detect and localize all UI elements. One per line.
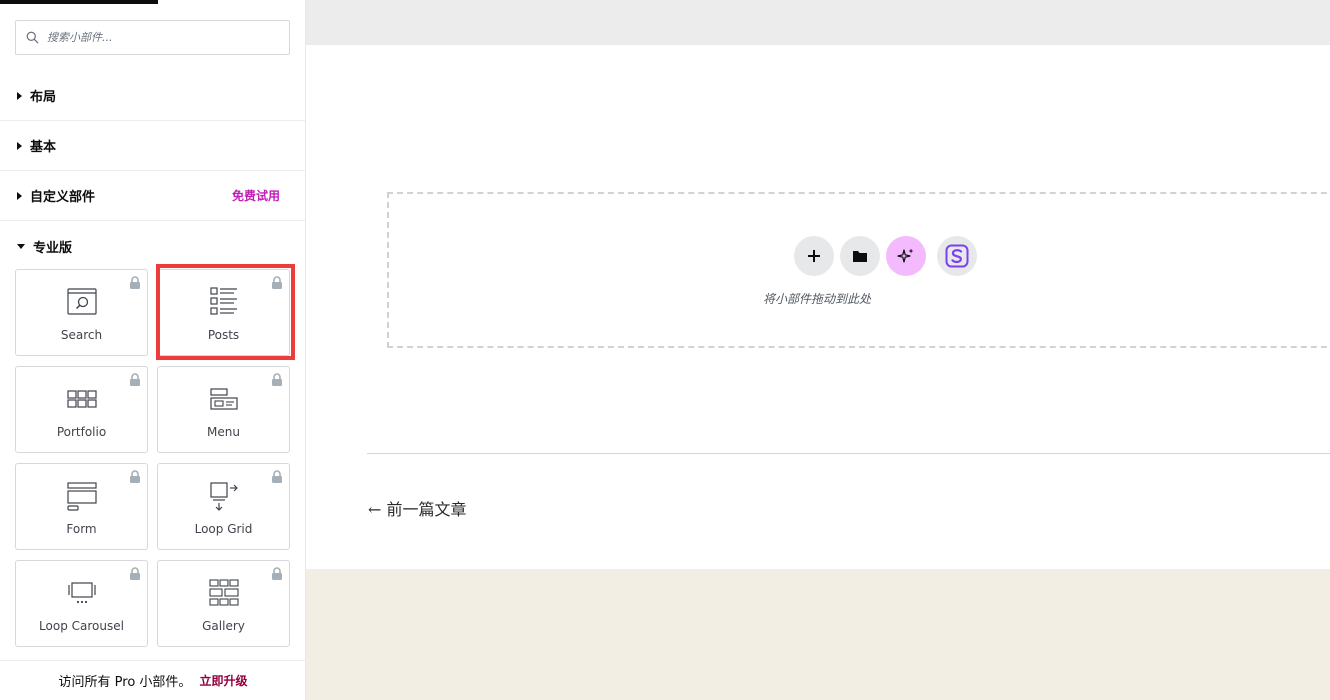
footer-text: 访问所有 Pro 小部件。 <box>58 675 192 690</box>
widget-label: Posts <box>207 328 240 342</box>
widget-label: Loop Grid <box>194 522 253 536</box>
pro-upgrade-footer: 访问所有 Pro 小部件。 立即升级 <box>0 660 305 700</box>
widget-card-search[interactable]: Search <box>15 269 148 356</box>
loop-carousel-icon <box>67 582 96 604</box>
caret-right-icon <box>17 191 22 200</box>
widget-panel: 布局 基本 自定义部件 免费试用 专业版 Search <box>0 0 306 700</box>
widget-card-gallery[interactable]: Gallery <box>157 560 290 647</box>
caret-right-icon <box>17 141 22 150</box>
category-pro[interactable]: 专业版 <box>0 221 305 271</box>
starter-templates-button[interactable] <box>937 236 977 276</box>
menu-icon <box>209 388 238 410</box>
category-label: 自定义部件 <box>30 190 96 205</box>
category-label: 基本 <box>30 140 57 155</box>
search-icon <box>26 31 39 44</box>
category-custom-widgets[interactable]: 自定义部件 免费试用 <box>0 171 305 221</box>
widget-label: Loop Carousel <box>39 619 124 633</box>
editor-canvas: 将小部件拖动到此处 ← 前一篇文章 <box>306 0 1330 700</box>
plus-icon <box>808 250 820 262</box>
s-logo-icon <box>945 244 969 268</box>
sparkle-icon <box>897 248 914 263</box>
search-input[interactable] <box>47 31 277 44</box>
free-trial-link[interactable]: 免费试用 <box>232 187 280 204</box>
lock-icon <box>130 373 140 386</box>
lock-icon <box>272 567 282 580</box>
lock-icon <box>272 470 282 483</box>
content-divider <box>367 453 1330 454</box>
caret-right-icon <box>17 91 22 100</box>
loop-grid-icon <box>209 482 238 511</box>
gallery-icon <box>208 579 239 606</box>
widget-label: Menu <box>207 425 240 439</box>
widget-card-posts[interactable]: Posts <box>157 269 290 356</box>
lock-icon <box>130 567 140 580</box>
widget-card-loop-grid[interactable]: Loop Grid <box>157 463 290 550</box>
widget-card-portfolio[interactable]: Portfolio <box>15 366 148 453</box>
lock-icon <box>272 276 282 289</box>
category-basic[interactable]: 基本 <box>0 121 305 171</box>
widget-card-menu[interactable]: Menu <box>157 366 290 453</box>
add-section-button[interactable] <box>794 236 834 276</box>
active-tab-indicator <box>0 0 158 4</box>
widget-label: Gallery <box>202 619 245 633</box>
search-widget-icon <box>66 288 97 315</box>
lock-icon <box>130 470 140 483</box>
widget-search-box[interactable] <box>15 20 290 55</box>
category-label: 布局 <box>30 90 57 105</box>
widget-label: Search <box>60 328 103 342</box>
portfolio-icon <box>66 390 97 408</box>
category-label: 专业版 <box>33 240 73 256</box>
ai-assistant-button[interactable] <box>886 236 926 276</box>
widget-label: Form <box>66 522 97 536</box>
caret-down-icon <box>17 243 25 249</box>
form-icon <box>66 482 97 511</box>
widget-drop-zone[interactable]: 将小部件拖动到此处 <box>387 192 1330 348</box>
drop-zone-hint: 将小部件拖动到此处 <box>762 292 871 306</box>
canvas-footer-band <box>306 569 1330 700</box>
widget-card-form[interactable]: Form <box>15 463 148 550</box>
lock-icon <box>130 276 140 289</box>
previous-post-link[interactable]: ← 前一篇文章 <box>368 496 467 520</box>
widget-card-loop-carousel[interactable]: Loop Carousel <box>15 560 148 647</box>
posts-icon <box>209 287 237 315</box>
add-template-button[interactable] <box>840 236 880 276</box>
lock-icon <box>272 373 282 386</box>
upgrade-now-link[interactable]: 立即升级 <box>199 672 247 689</box>
category-layout[interactable]: 布局 <box>0 71 305 121</box>
widget-label: Portfolio <box>56 425 107 439</box>
drop-zone-actions <box>794 236 977 276</box>
folder-icon <box>853 251 867 262</box>
canvas-header-band <box>306 0 1330 45</box>
